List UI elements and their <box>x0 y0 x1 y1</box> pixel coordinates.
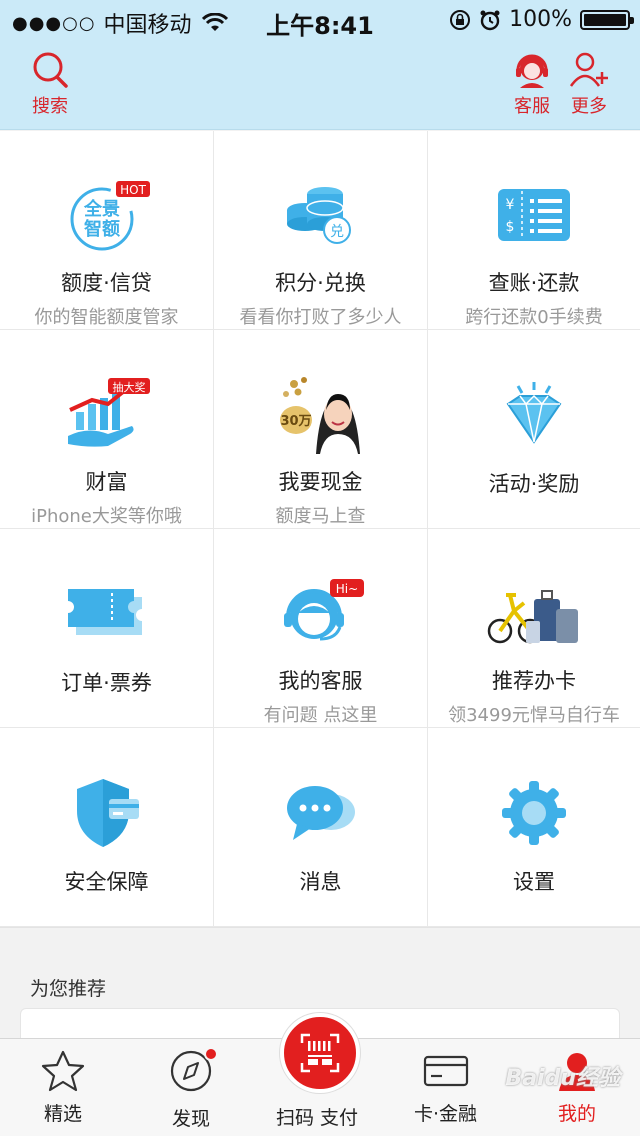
rotation-lock-icon <box>450 9 471 30</box>
tab-discover[interactable]: 发现 <box>168 1047 218 1131</box>
battery-percent: 100% <box>509 7 572 32</box>
grid-item-title: 安全保障 <box>64 870 149 894</box>
grid-item-cash[interactable]: 30万 我要现金 额度马上查 <box>214 330 428 529</box>
grid-item-activity-rewards[interactable]: 活动·奖励 <box>428 330 640 529</box>
svg-text:HOT: HOT <box>120 183 146 197</box>
svg-text:Hi~: Hi~ <box>335 582 357 596</box>
svg-text:抽大奖: 抽大奖 <box>112 380 145 394</box>
customer-service-label: 客服 <box>514 96 550 117</box>
grid-item-wealth[interactable]: 抽大奖 财富 iPhone大奖等你哦 <box>0 330 214 529</box>
add-user-icon <box>569 52 608 87</box>
grid-item-recommend-card[interactable]: 推荐办卡 领3499元悍马自行车 <box>428 529 640 728</box>
bill-icon: ¥ $ <box>484 171 584 259</box>
tab-card-finance[interactable]: 卡·金融 <box>414 1049 477 1126</box>
tab-label: 我的 <box>557 1103 596 1125</box>
grid-item-subtitle: 你的智能额度管家 <box>34 307 179 328</box>
more-button[interactable]: 更多 <box>568 50 610 118</box>
svg-text:智额: 智额 <box>84 218 120 240</box>
status-bar: ●●●○○ 中国移动 上午8:41 100% <box>0 0 640 40</box>
tab-label: 扫码 支付 <box>276 1107 359 1129</box>
more-label: 更多 <box>571 96 607 117</box>
customer-service-icon: Hi~ <box>271 569 371 657</box>
recommend-section-title: 为您推荐 <box>30 978 107 1000</box>
grid-item-subtitle: 看看你打败了多少人 <box>239 307 402 328</box>
grid-item-bill-repay[interactable]: ¥ $ 查账·还款 跨行还款0手续费 <box>428 131 640 330</box>
top-header: ●●●○○ 中国移动 上午8:41 100% 搜索 客服 更多 <box>0 0 640 130</box>
signal-strength: ●●●○○ <box>12 12 96 34</box>
star-icon <box>41 1050 85 1092</box>
customer-service-button[interactable]: 客服 <box>512 50 552 118</box>
scan-pay-icon <box>300 1033 340 1073</box>
grid-item-title: 消息 <box>299 870 342 894</box>
grid-item-title: 推荐办卡 <box>492 669 576 693</box>
search-icon <box>33 52 68 88</box>
bike-luggage-image <box>484 569 584 657</box>
grid-item-title: 活动·奖励 <box>488 472 580 496</box>
grid-item-subtitle: iPhone大奖等你哦 <box>31 506 182 527</box>
tab-scan-pay[interactable]: 扫码 支付 <box>276 1103 358 1130</box>
wifi-icon <box>201 13 228 31</box>
gear-icon <box>484 768 584 858</box>
headset-avatar-icon <box>516 54 548 88</box>
grid-item-subtitle: 领3499元悍马自行车 <box>448 705 620 726</box>
grid-item-subtitle: 额度马上查 <box>275 506 366 527</box>
tab-label: 卡·金融 <box>414 1103 478 1125</box>
shield-card-icon <box>57 768 157 858</box>
wealth-chart-icon: 抽大奖 <box>57 370 157 458</box>
alarm-icon <box>480 10 500 30</box>
diamond-icon <box>484 370 584 460</box>
grid-item-settings[interactable]: 设置 <box>428 728 640 927</box>
feature-grid: 全景 智额 HOT 额度·信贷 你的智能额度管家 兑 积分·兑换 看看你打败了多… <box>0 131 640 928</box>
grid-item-title: 财富 <box>85 470 128 494</box>
svg-text:兑: 兑 <box>330 224 344 240</box>
quota-badge-icon: 全景 智额 HOT <box>57 171 157 259</box>
ticket-icon <box>57 569 157 659</box>
card-icon <box>423 1055 468 1087</box>
svg-text:全景: 全景 <box>83 198 120 220</box>
scan-pay-button[interactable] <box>280 1013 360 1093</box>
grid-item-title: 设置 <box>513 870 555 894</box>
svg-text:$: $ <box>506 219 515 235</box>
tab-label: 发现 <box>171 1108 210 1130</box>
battery-icon <box>580 9 634 30</box>
grid-item-points-exchange[interactable]: 兑 积分·兑换 看看你打败了多少人 <box>214 131 428 330</box>
tab-featured[interactable]: 精选 <box>40 1049 86 1126</box>
search-button[interactable]: 搜索 <box>30 50 70 118</box>
grid-item-customer-service[interactable]: Hi~ 我的客服 有问题 点这里 <box>214 529 428 728</box>
grid-item-quota-credit[interactable]: 全景 智额 HOT 额度·信贷 你的智能额度管家 <box>0 131 214 330</box>
grid-item-security[interactable]: 安全保障 <box>0 728 214 927</box>
notification-dot <box>204 1047 218 1061</box>
carrier-name: 中国移动 <box>103 13 192 38</box>
grid-item-title: 我的客服 <box>278 669 363 693</box>
grid-item-title: 积分·兑换 <box>275 271 366 295</box>
grid-item-title: 额度·信贷 <box>61 271 152 295</box>
tab-label: 精选 <box>43 1103 82 1125</box>
grid-item-orders-tickets[interactable]: 订单·票券 <box>0 529 214 728</box>
grid-item-subtitle: 有问题 点这里 <box>263 705 378 726</box>
cash-promo-image: 30万 <box>271 370 371 458</box>
coins-exchange-icon: 兑 <box>271 171 371 259</box>
watermark-logo: Baidu经验 <box>505 1066 620 1091</box>
search-label: 搜索 <box>32 96 68 117</box>
grid-item-messages[interactable]: 消息 <box>214 728 428 927</box>
grid-item-subtitle: 跨行还款0手续费 <box>465 307 603 328</box>
message-bubble-icon <box>271 768 371 858</box>
svg-text:¥: ¥ <box>506 197 515 213</box>
svg-text:30万: 30万 <box>280 414 311 429</box>
grid-item-title: 查账·还款 <box>488 271 580 295</box>
grid-item-title: 我要现金 <box>278 470 363 494</box>
grid-item-title: 订单·票券 <box>61 671 152 695</box>
